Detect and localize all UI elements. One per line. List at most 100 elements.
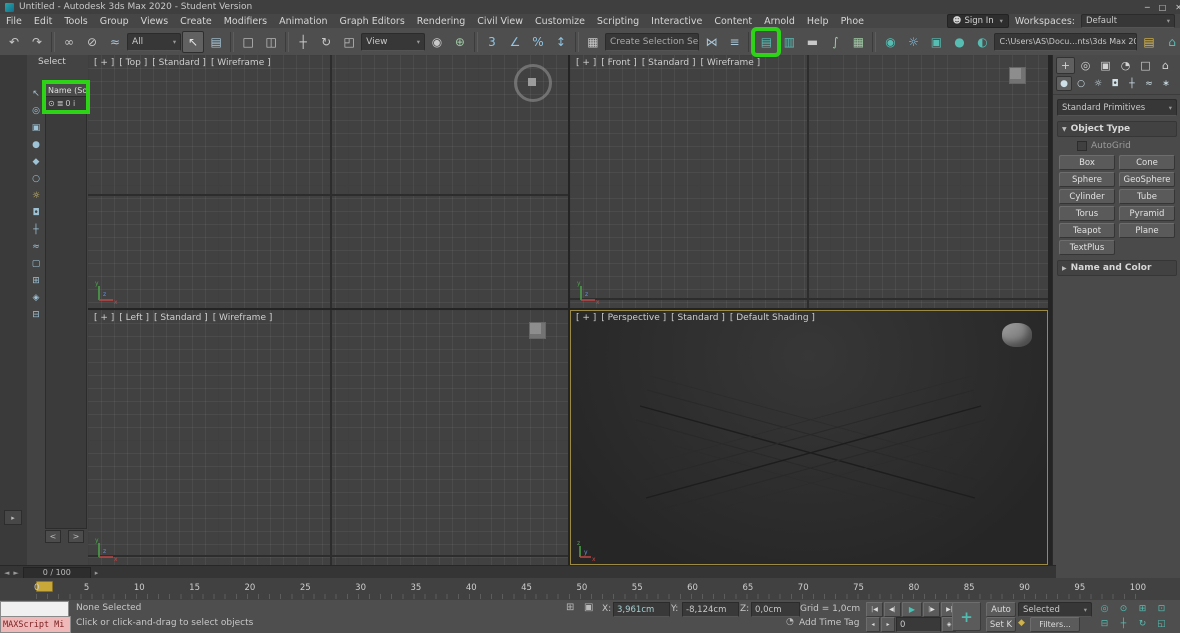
autogrid-checkbox[interactable]: [1077, 141, 1087, 151]
scene-explorer-title[interactable]: Select: [27, 55, 88, 69]
viewport-label-segment[interactable]: [ + ]: [94, 313, 114, 323]
explorer-lock-icon[interactable]: ▣: [29, 121, 43, 134]
primitive-button[interactable]: TextPlus: [1059, 240, 1115, 255]
maxscript-listener-output[interactable]: [0, 601, 69, 617]
previous-frame-button[interactable]: ◀|: [884, 602, 901, 617]
trackbar-next-key-icon[interactable]: ►: [13, 569, 18, 577]
category-spacewarps[interactable]: ≈: [1141, 76, 1157, 91]
select-object-icon[interactable]: ↖: [182, 30, 205, 53]
mirror-icon[interactable]: ⋈: [700, 31, 722, 53]
spinner-snap-icon[interactable]: ↕: [550, 31, 572, 53]
curve-editor-icon[interactable]: ∫: [824, 31, 846, 53]
rectangular-selection-region-icon[interactable]: □: [237, 31, 259, 53]
explorer-show-lights-icon[interactable]: ☼: [29, 189, 43, 202]
absolute-mode-toggle-icon[interactable]: ⊞: [566, 602, 574, 613]
timeline-ruler[interactable]: 0 5 10 15 20 25 30 35 40 45 50 55 60 65 70 75 80 85 90 95 10…: [0, 578, 1180, 601]
auto-key-button[interactable]: Auto: [986, 602, 1016, 617]
zoom-all-icon[interactable]: ⊙: [1115, 602, 1132, 615]
viewport-label-segment[interactable]: [ Left ]: [119, 313, 149, 323]
viewport-label-segment[interactable]: [ + ]: [576, 58, 596, 68]
primitive-button[interactable]: Box: [1059, 155, 1115, 170]
play-button[interactable]: ▶: [902, 602, 922, 617]
align-icon[interactable]: ≡: [723, 31, 745, 53]
menu-item[interactable]: Phoe: [835, 14, 870, 28]
next-frame-button[interactable]: |▶: [923, 602, 940, 617]
select-and-move-icon[interactable]: ┼: [292, 31, 314, 53]
viewport-left[interactable]: [ + ] [ Left ] [ Standard ] [ Wireframe ] y…: [88, 310, 568, 565]
explorer-show-xrefs-icon[interactable]: ⊞: [29, 274, 43, 287]
name-color-rollout[interactable]: ▶ Name and Color: [1057, 260, 1177, 276]
viewport-label-segment[interactable]: [ Standard ]: [152, 58, 206, 68]
category-systems[interactable]: ∗: [1158, 76, 1174, 91]
viewport-label-segment[interactable]: [ Standard ]: [671, 313, 725, 323]
select-and-scale-icon[interactable]: ◰: [338, 31, 360, 53]
folder-icon[interactable]: ▤: [1138, 31, 1160, 53]
explorer-show-bones-icon[interactable]: ⊟: [29, 308, 43, 321]
scene-explorer-row[interactable]: ⊙ ≣ 0 i: [46, 97, 86, 110]
set-keys-button[interactable]: +: [952, 602, 981, 631]
primitive-button[interactable]: Plane: [1119, 223, 1175, 238]
schematic-view-icon[interactable]: ▦: [847, 31, 869, 53]
primitives-dropdown[interactable]: Standard Primitives ▾: [1057, 99, 1177, 116]
category-lights[interactable]: ☼: [1090, 76, 1106, 91]
explorer-show-spacewarps-icon[interactable]: ≈: [29, 240, 43, 253]
render-production-icon[interactable]: ●: [948, 31, 970, 53]
explorer-show-all-icon[interactable]: ●: [29, 138, 43, 151]
panel-expand-button[interactable]: ▸: [4, 510, 22, 525]
menu-item[interactable]: File: [0, 14, 28, 28]
x-coordinate-field[interactable]: 3,961cm: [613, 602, 670, 617]
viewcube[interactable]: [1002, 323, 1032, 347]
viewport-label-segment[interactable]: [ Standard ]: [642, 58, 696, 68]
scroll-left-button[interactable]: <: [45, 530, 61, 543]
field-of-view-icon[interactable]: ⊡: [1153, 602, 1170, 615]
scroll-right-button[interactable]: >: [68, 530, 84, 543]
viewport-label-segment[interactable]: [ + ]: [576, 313, 596, 323]
tab-display[interactable]: □: [1136, 57, 1155, 74]
viewport-label-segment[interactable]: [ Front ]: [601, 58, 637, 68]
menu-item[interactable]: Civil View: [471, 14, 529, 28]
render-setup-icon[interactable]: ☼: [902, 31, 924, 53]
autogrid-option[interactable]: AutoGrid: [1077, 141, 1180, 151]
z-coordinate-field[interactable]: 0,0cm: [751, 602, 800, 617]
primitive-button[interactable]: Sphere: [1059, 172, 1115, 187]
use-pivot-point-icon[interactable]: ◉: [426, 31, 448, 53]
toggle-layer-explorer-icon[interactable]: ▥: [778, 31, 800, 53]
viewport-label-segment[interactable]: [ Wireframe ]: [211, 58, 271, 68]
menu-item[interactable]: Create: [174, 14, 218, 28]
y-coordinate-field[interactable]: -8,124cm: [682, 602, 739, 617]
explorer-select-icon[interactable]: ↖: [29, 87, 43, 100]
viewport-label-segment[interactable]: [ Wireframe ]: [701, 58, 761, 68]
zoom-icon[interactable]: ◎: [1096, 602, 1113, 615]
edit-named-selection-sets-icon[interactable]: ▦: [582, 31, 604, 53]
key-filter-dropdown[interactable]: Selected ▾: [1018, 602, 1092, 617]
select-by-name-icon[interactable]: ▤: [205, 31, 227, 53]
workspace-dropdown[interactable]: Default ▾: [1081, 14, 1175, 28]
add-time-tag[interactable]: Add Time Tag: [799, 618, 859, 628]
viewcube-mini[interactable]: [529, 322, 546, 339]
trackbar-expand-icon[interactable]: ▸: [95, 569, 99, 577]
rendered-frame-window-icon[interactable]: ▣: [925, 31, 947, 53]
primitive-button[interactable]: Cone: [1119, 155, 1175, 170]
menu-item[interactable]: Graph Editors: [334, 14, 411, 28]
menu-item[interactable]: Group: [94, 14, 135, 28]
category-shapes[interactable]: ○: [1073, 76, 1089, 91]
pan-icon[interactable]: ┼: [1115, 617, 1132, 630]
viewport-label-segment[interactable]: [ + ]: [94, 58, 114, 68]
menu-item[interactable]: Customize: [529, 14, 591, 28]
viewport-label-segment[interactable]: [ Wireframe ]: [213, 313, 273, 323]
explorer-show-helpers-icon[interactable]: ┼: [29, 223, 43, 236]
window-crossing-icon[interactable]: ◫: [260, 31, 282, 53]
viewcube-compass[interactable]: [514, 64, 552, 102]
minimize-button[interactable]: ─: [1145, 3, 1150, 12]
menu-item[interactable]: Interactive: [645, 14, 708, 28]
viewcube-mini[interactable]: [1009, 67, 1026, 84]
tab-utilities[interactable]: ⌂: [1156, 57, 1175, 74]
viewport-label-segment[interactable]: [ Top ]: [119, 58, 147, 68]
explorer-find-icon[interactable]: ◎: [29, 104, 43, 117]
set-key-mode-button[interactable]: Set K: [986, 617, 1016, 632]
close-button[interactable]: ✕: [1175, 3, 1180, 12]
name-column-header[interactable]: Name (Sort: [46, 84, 86, 97]
menu-item[interactable]: Scripting: [591, 14, 645, 28]
tab-create[interactable]: +: [1056, 57, 1075, 74]
category-helpers[interactable]: ┼: [1124, 76, 1140, 91]
